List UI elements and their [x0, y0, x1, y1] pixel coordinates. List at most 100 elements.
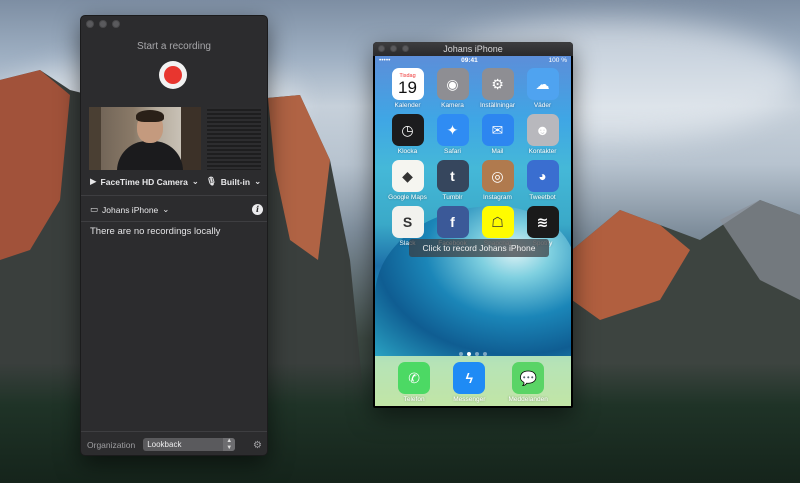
- app-settings[interactable]: ⚙ Inställningar: [475, 68, 520, 109]
- app-glyph: ϟ: [465, 370, 473, 386]
- app-tweetbot[interactable]: ◕ Tweetbot: [520, 160, 565, 201]
- app-clock[interactable]: ◷ Klocka: [385, 114, 430, 155]
- organization-select[interactable]: Lookback ▲ ▼: [143, 438, 236, 451]
- app-glyph: ☻: [535, 122, 550, 138]
- app-contacts[interactable]: ☻ Kontakter: [520, 114, 565, 155]
- camera-selector-label: FaceTime HD Camera: [100, 176, 188, 187]
- tweetbot-icon: ◕: [526, 160, 559, 192]
- microphone-selector[interactable]: 🎙 Built-in ⌄: [206, 176, 261, 187]
- app-camera[interactable]: ◉ Kamera: [430, 68, 475, 109]
- app-glyph: ✦: [446, 121, 459, 138]
- app-google-maps[interactable]: ◆ Google Maps: [385, 160, 430, 201]
- app-label: Väder: [533, 102, 552, 109]
- microphone-icon: 🎙: [206, 176, 217, 186]
- iphone-screen[interactable]: ••••• 09:41 100 % Tisdag 19 Kalender ◉ Kamer…: [375, 56, 571, 406]
- window-controls: [86, 20, 120, 28]
- app-messages[interactable]: 💬 Meddelanden: [508, 362, 548, 403]
- info-icon[interactable]: i: [252, 204, 263, 215]
- chevron-down-icon: ⌄: [162, 204, 170, 214]
- tumblr-icon: t: [436, 160, 469, 192]
- snapchat-icon: ☖: [481, 206, 514, 238]
- device-selector-label: Johans iPhone: [102, 204, 159, 215]
- select-arrows-icon: ▲ ▼: [223, 438, 236, 451]
- messages-icon: 💬: [512, 362, 545, 394]
- app-label: Mail: [491, 148, 504, 155]
- clock-icon: ◷: [391, 114, 424, 146]
- zoom-button[interactable]: [112, 20, 120, 28]
- app-glyph: ⚙: [491, 75, 504, 92]
- iphone-window-title: Johans iPhone: [443, 44, 503, 54]
- app-phone[interactable]: ✆ Telefon: [398, 362, 431, 403]
- app-messenger[interactable]: ϟ Messenger: [453, 362, 485, 403]
- organization-label: Organization: [87, 439, 136, 450]
- instagram-icon: ◎: [481, 160, 514, 192]
- app-label: Kalender: [394, 102, 421, 109]
- google-maps-icon: ◆: [391, 160, 424, 192]
- app-label: Instagram: [483, 194, 512, 201]
- app-glyph: ☁: [535, 75, 550, 92]
- phone-icon: ✆: [398, 362, 431, 394]
- video-camera-icon: ▶: [90, 176, 97, 186]
- app-glyph: ≋: [536, 213, 549, 230]
- app-tumblr[interactable]: t Tumblr: [430, 160, 475, 201]
- app-glyph: f: [450, 214, 455, 230]
- organization-value: Lookback: [147, 440, 182, 449]
- calendar-date: 19: [398, 77, 417, 97]
- weather-icon: ☁: [526, 68, 559, 100]
- dock: ✆ Telefon ϟ Messenger 💬 Meddelanden: [375, 356, 571, 406]
- close-button[interactable]: [86, 20, 94, 28]
- signal-indicator: •••••: [379, 57, 391, 64]
- app-glyph: ◆: [402, 167, 413, 184]
- app-label: Kamera: [441, 102, 464, 109]
- recorder-window: Start a recording ▶ FaceTime HD Camera ⌄…: [80, 15, 268, 456]
- safari-icon: ✦: [436, 114, 469, 146]
- app-glyph: ✆: [408, 369, 420, 386]
- camera-icon: ◉: [436, 68, 469, 100]
- app-safari[interactable]: ✦ Safari: [430, 114, 475, 155]
- app-grid: Tisdag 19 Kalender ◉ Kamera ⚙ Inställningar ☁ Vä…: [385, 68, 565, 247]
- camera-preview: [89, 107, 201, 170]
- camera-selector[interactable]: ▶ FaceTime HD Camera ⌄: [90, 176, 199, 187]
- device-selector[interactable]: ▭ Johans iPhone ⌄: [90, 204, 169, 215]
- divider: [81, 221, 267, 222]
- audio-level-meter: [207, 107, 261, 170]
- app-glyph: ✉: [491, 121, 504, 138]
- app-weather[interactable]: ☁ Väder: [520, 68, 565, 109]
- iphone-titlebar: Johans iPhone: [373, 42, 573, 56]
- battery-indicator: 100 %: [548, 57, 567, 64]
- minimize-button[interactable]: [99, 20, 107, 28]
- recording-title: Start a recording: [137, 41, 211, 52]
- app-glyph: ◉: [446, 75, 459, 92]
- organization-row: Organization Lookback ▲ ▼: [87, 438, 236, 451]
- messenger-icon: ϟ: [453, 362, 486, 394]
- app-label: Tweetbot: [529, 194, 556, 201]
- record-icon: [164, 66, 182, 84]
- app-label: Meddelanden: [508, 396, 548, 403]
- divider: [81, 431, 267, 432]
- settings-icon: ⚙: [481, 68, 514, 100]
- app-glyph: 💬: [519, 369, 537, 386]
- record-device-overlay[interactable]: Click to record Johans iPhone: [409, 239, 549, 257]
- mail-icon: ✉: [481, 114, 514, 146]
- app-mail[interactable]: ✉ Mail: [475, 114, 520, 155]
- status-bar: ••••• 09:41 100 %: [375, 56, 571, 66]
- app-glyph: ◷: [401, 121, 414, 138]
- app-calendar[interactable]: Tisdag 19 Kalender: [385, 68, 430, 109]
- app-glyph: S: [402, 214, 413, 230]
- slack-icon: S: [391, 206, 424, 238]
- gear-icon[interactable]: ⚙: [253, 440, 262, 451]
- app-label: Klocka: [397, 148, 418, 155]
- app-label: Safari: [444, 148, 461, 155]
- app-instagram[interactable]: ◎ Instagram: [475, 160, 520, 201]
- empty-recordings-message: There are no recordings locally: [90, 226, 221, 237]
- status-time: 09:41: [461, 57, 478, 64]
- app-glyph: ◎: [491, 167, 504, 184]
- record-button[interactable]: [159, 61, 187, 89]
- app-glyph: ☖: [491, 213, 504, 230]
- app-label: Inställningar: [479, 102, 516, 109]
- app-glyph: t: [450, 168, 455, 184]
- app-label: Tumblr: [442, 194, 463, 201]
- app-label: Kontakter: [528, 148, 557, 155]
- monitor-icon: ▭: [90, 204, 99, 214]
- chevron-down-icon: ⌄: [191, 176, 199, 186]
